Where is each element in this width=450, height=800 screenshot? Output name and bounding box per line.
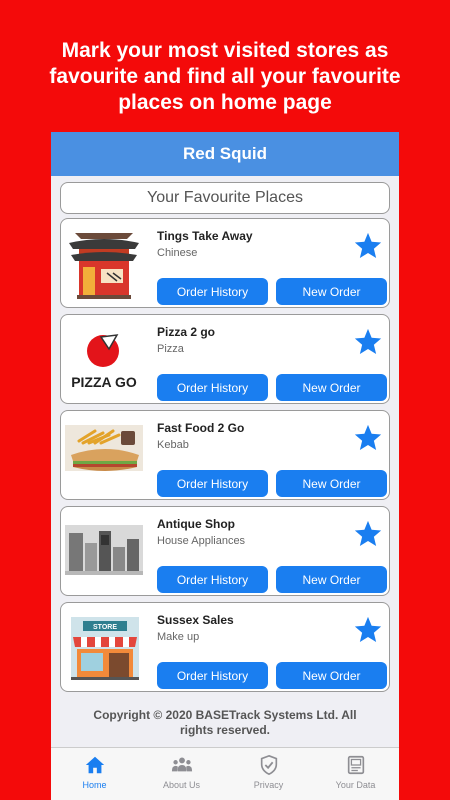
new-order-button[interactable]: New Order (276, 566, 387, 593)
new-order-button[interactable]: New Order (276, 374, 387, 401)
shield-icon (260, 754, 277, 776)
store-category: Pizza (157, 343, 184, 355)
home-icon (85, 756, 104, 774)
store-category: Chinese (157, 247, 198, 259)
promo-line-3: places on home page (118, 91, 332, 114)
pizza-go-logo-image: PIZZA GO (65, 321, 143, 397)
favourite-star-icon[interactable] (353, 327, 383, 357)
tab-privacy[interactable]: Privacy (225, 748, 312, 800)
copyright-line-1: Copyright © 2020 BASETrack Systems Ltd. … (93, 708, 357, 722)
appliances-image (65, 513, 143, 589)
fast-food-image (65, 417, 143, 493)
tab-label: Your Data (335, 780, 376, 790)
new-order-button[interactable]: New Order (276, 662, 387, 689)
store-name: Pizza 2 go (157, 325, 216, 339)
store-category: Kebab (157, 439, 189, 451)
chinese-shop-image (65, 225, 143, 301)
store-card[interactable]: Antique Shop House Appliances Order Hist… (60, 506, 390, 596)
order-history-button[interactable]: Order History (157, 662, 268, 689)
order-history-button[interactable]: Order History (157, 566, 268, 593)
favourites-list: Tings Take Away Chinese Order History Ne… (60, 218, 390, 698)
store-sign-text: STORE (93, 624, 117, 631)
promo-text: Mark your most visited stores as favouri… (0, 38, 450, 116)
tab-home[interactable]: Home (51, 748, 138, 800)
promo-line-1: Mark your most visited stores as (61, 39, 389, 62)
order-history-button[interactable]: Order History (157, 470, 268, 497)
store-front-image: STORE (65, 609, 143, 685)
order-history-button[interactable]: Order History (157, 278, 268, 305)
phone-screen: Red Squid Your Favourite Places Tings Ta… (51, 132, 399, 800)
new-order-button[interactable]: New Order (276, 278, 387, 305)
store-name: Tings Take Away (157, 229, 253, 243)
favourite-star-icon[interactable] (353, 615, 383, 645)
app-bar: Red Squid (51, 132, 399, 176)
section-title: Your Favourite Places (60, 182, 390, 214)
store-category: Make up (157, 631, 200, 643)
store-card[interactable]: Tings Take Away Chinese Order History Ne… (60, 218, 390, 308)
store-name: Sussex Sales (157, 613, 234, 627)
favourite-star-icon[interactable] (353, 231, 383, 261)
favourite-star-icon[interactable] (353, 519, 383, 549)
new-order-button[interactable]: New Order (276, 470, 387, 497)
favourite-star-icon[interactable] (353, 423, 383, 453)
store-category: House Appliances (157, 535, 246, 547)
store-card[interactable]: PIZZA GO Pizza 2 go Pizza Order History … (60, 314, 390, 404)
copyright-text: Copyright © 2020 BASETrack Systems Ltd. … (71, 708, 379, 738)
store-name: Fast Food 2 Go (157, 421, 245, 435)
tab-about-us[interactable]: About Us (138, 748, 225, 800)
tab-your-data[interactable]: Your Data (312, 748, 399, 800)
pizza-logo-text: PIZZA GO (71, 374, 137, 390)
document-icon (347, 755, 364, 775)
store-card[interactable]: STORE Sussex Sales Make up Order History… (60, 602, 390, 692)
tab-bar: Home About Us Privacy Your Data (51, 747, 399, 800)
store-name: Antique Shop (157, 517, 235, 531)
app-title: Red Squid (182, 144, 268, 163)
people-icon (171, 757, 192, 772)
promo-line-2: favourite and find all your favourite (49, 65, 401, 88)
tab-label: Privacy (253, 780, 284, 790)
section-title-label: Your Favourite Places (147, 189, 303, 206)
copyright-line-2: rights reserved. (179, 723, 271, 737)
tab-label: Home (82, 780, 107, 790)
order-history-button[interactable]: Order History (157, 374, 268, 401)
store-card[interactable]: Fast Food 2 Go Kebab Order History New O… (60, 410, 390, 500)
tab-label: About Us (162, 780, 201, 790)
